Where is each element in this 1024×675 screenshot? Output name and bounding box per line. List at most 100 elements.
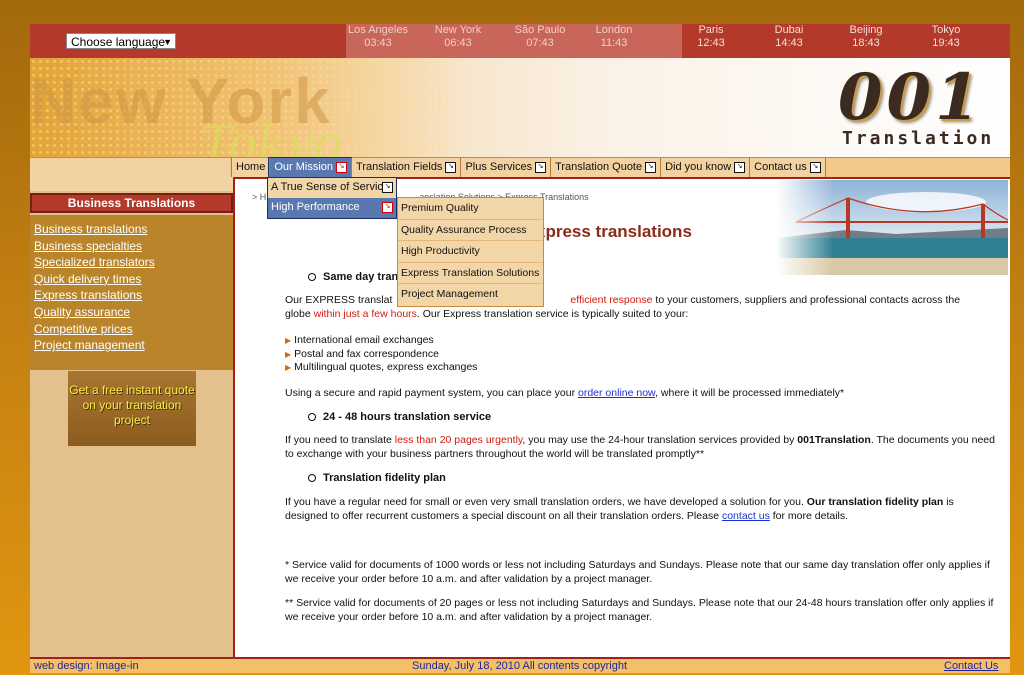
nav-our-mission[interactable]: Our Mission ↘ [268,157,353,178]
clock-time: 06:43 [444,37,472,49]
clock-city: New York [434,24,482,36]
clock-dubai: Dubai 14:43 [751,24,827,50]
triangle-bullet-icon: ▶ [285,349,292,359]
clock-time: 18:43 [852,37,880,49]
page-title: xpress translations [536,222,692,241]
footer-credit[interactable]: web design: Image-in [34,659,139,673]
sidebar-link-business-translations[interactable]: Business translations [34,221,233,238]
nav-plus-services-label: Plus Services [465,161,533,173]
nav-translation-fields[interactable]: Translation Fields ↘ [351,158,461,177]
golden-gate-image [776,180,1008,275]
footer-contact-link[interactable]: Contact Us [944,659,998,673]
clock-time: 12:43 [697,37,725,49]
sidebar-link-competitive-prices[interactable]: Competitive prices [34,321,233,338]
submenu-item-project-management[interactable]: Project Management [398,284,543,306]
menu-item-true-sense-of-service[interactable]: A True Sense of Service ↘ [268,178,396,198]
sidebar-link-business-specialties[interactable]: Business specialties [34,238,233,255]
logo-wordmark[interactable]: Translation [842,128,994,149]
clock-city: Beijing [849,24,883,36]
sidebar-link-specialized-translators[interactable]: Specialized translators [34,254,233,271]
clock-time: 07:43 [526,37,554,49]
contact-us-link[interactable]: contact us [722,510,770,522]
use-case-list: ▶ International email exchanges ▶ Postal a… [285,334,477,375]
submenu-item-high-productivity[interactable]: High Productivity [398,241,543,263]
breadcrumb-start[interactable]: > H [252,192,266,202]
nav-our-mission-label: Our Mission [274,161,334,173]
text-run: , you may use the 24-hour translation se… [522,434,798,446]
section-same-day-text: Our EXPRESS translat efficient response t… [285,294,995,321]
circle-bullet-icon [308,273,316,282]
clock-time: 14:43 [775,37,803,49]
sidebar-link-quality-assurance[interactable]: Quality assurance [34,304,233,321]
arrow-down-right-icon: ↘ [445,161,457,173]
sidebar-link-project-management[interactable]: Project management [34,337,233,354]
text-run: Using a secure and rapid payment system,… [285,387,578,399]
nav-plus-services[interactable]: Plus Services ↘ [460,158,551,177]
nav-home-label: Home [236,161,266,173]
clock-sao-paulo: São Paulo 07:43 [502,24,578,50]
text-run: , where it will be processed immediately… [655,387,845,399]
text-run: to your customers, suppliers and profess… [652,294,961,306]
clock-london: London 11:43 [576,24,652,50]
footnote-same-day: * Service valid for documents of 1000 wo… [285,559,990,585]
circle-bullet-icon [308,413,316,422]
clock-beijing: Beijing 18:43 [828,24,904,50]
nav-home[interactable]: Home [231,158,270,177]
list-item-text: Postal and fax correspondence [294,347,439,360]
sidebar-heading: Business Translations [30,193,233,213]
nav-translation-quote[interactable]: Translation Quote ↘ [550,158,661,177]
nav-translation-quote-label: Translation Quote [555,161,643,173]
text-run: . Our Express translation service is typ… [416,307,689,320]
section-24-48h-label: 24 - 48 hours translation service [323,411,492,423]
sidebar-links: Business translations Business specialti… [30,215,233,370]
clock-time: 03:43 [364,37,392,49]
section-same-day: Same day tran [308,271,398,283]
sidebar-top-strip [30,177,233,191]
section-fidelity-plan: Translation fidelity plan [308,472,446,484]
main-content: > H anslation Solutions > Express Transl… [238,180,1008,655]
clock-time: 19:43 [932,37,960,49]
clock-city: London [595,24,633,36]
text-run: Our EXPRESS translat [285,294,393,306]
submenu-item-quality-assurance[interactable]: Quality Assurance Process [398,220,543,242]
world-clock-bar: Choose language ▼ Los Angeles 03:43 New Y… [30,24,1010,58]
footer: web design: Image-in Sunday, July 18, 20… [30,657,1010,673]
section-24-48h: 24 - 48 hours translation service [308,411,491,423]
circle-bullet-icon [308,474,316,483]
payment-text: Using a secure and rapid payment system,… [285,387,995,401]
menu-item-high-performance[interactable]: High Performance ↘ [268,198,396,218]
list-item: ▶ International email exchanges [285,334,477,348]
nav-contact-us[interactable]: Contact us ↘ [749,158,826,177]
highlight-text: efficient response [570,294,653,306]
highlight-text: less than 20 pages urgently [394,434,523,446]
clock-city: Tokyo [931,24,961,36]
nav-did-you-know[interactable]: Did you know ↘ [660,158,750,177]
bold-text: Our translation fidelity plan [806,496,944,508]
language-select[interactable]: Choose language ▼ [66,33,176,49]
our-mission-menu: A True Sense of Service ↘ High Performan… [267,177,397,219]
clock-tokyo: Tokyo 19:43 [908,24,984,50]
clock-city: São Paulo [514,24,566,36]
high-performance-submenu: Premium Quality Quality Assurance Proces… [397,197,544,307]
chevron-down-icon: ▼ [163,37,172,47]
clock-new-york: New York 06:43 [420,24,496,50]
arrow-down-right-icon: ↘ [535,161,547,173]
arrow-down-right-icon: ↘ [734,161,746,173]
section-fidelity-plan-label: Translation fidelity plan [323,472,446,484]
header-banner: New York Tokyo 001 Translation [30,58,1010,158]
submenu-item-premium-quality[interactable]: Premium Quality [398,198,543,220]
free-quote-button[interactable]: Get a free instant quote on your transla… [68,371,196,446]
arrow-down-right-icon: ↘ [382,202,393,213]
logo[interactable]: 001 [838,60,984,135]
main-nav: Home Our Mission ↘ Translation Fields ↘ Pl… [30,157,1010,178]
clock-city: Paris [698,24,724,36]
list-item-text: International email exchanges [294,334,434,346]
sidebar-link-quick-delivery[interactable]: Quick delivery times [34,271,233,288]
text-run: globe [285,307,314,320]
list-item: ▶ Multilingual quotes, express exchanges [285,361,477,375]
clock-time: 11:43 [600,37,628,49]
triangle-bullet-icon: ▶ [285,363,292,372]
submenu-item-express-solutions[interactable]: Express Translation Solutions [398,263,543,285]
sidebar-link-express-translations[interactable]: Express translations [34,287,233,304]
order-online-link[interactable]: order online now [578,387,655,399]
